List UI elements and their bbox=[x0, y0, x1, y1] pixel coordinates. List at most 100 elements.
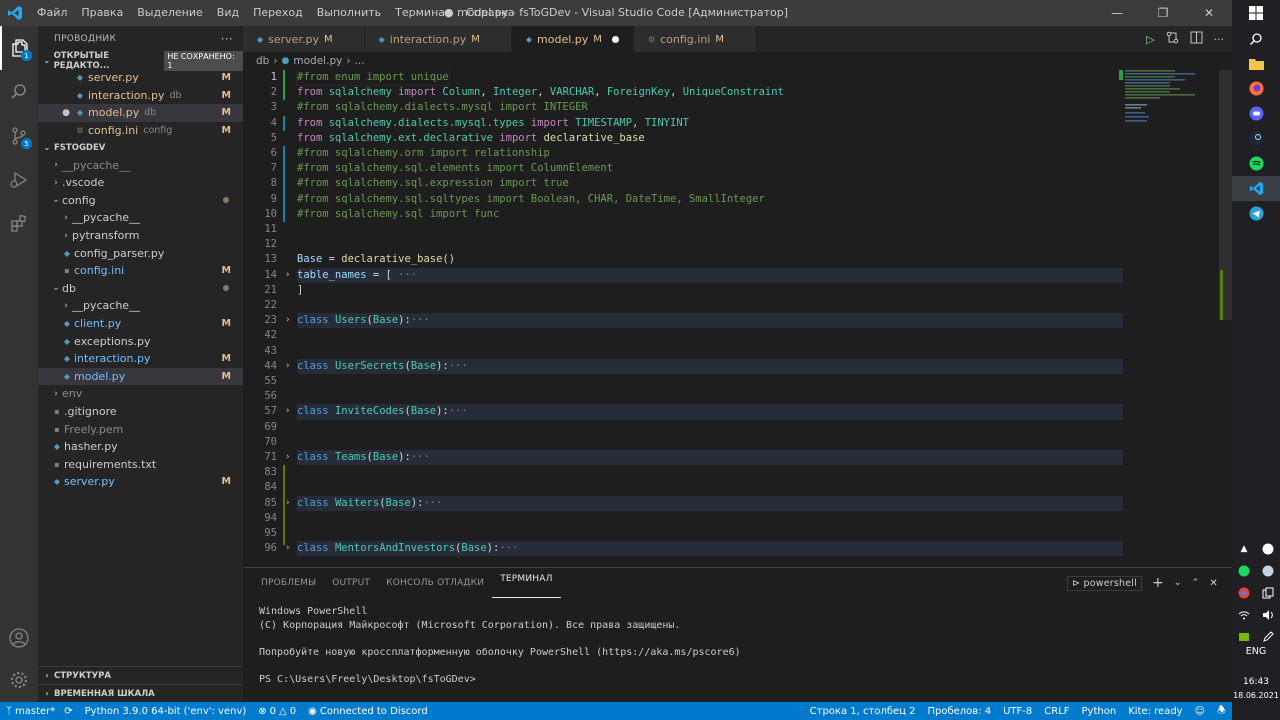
clock-date[interactable]: 18.06.2021 bbox=[1232, 689, 1280, 701]
fold-chevron-icon[interactable]: › bbox=[285, 404, 290, 419]
tree-item[interactable]: ▪ config.ini M bbox=[38, 262, 243, 280]
code-line[interactable]: 69 bbox=[243, 420, 1123, 435]
discord-status[interactable]: ◉ Connected to Discord bbox=[302, 706, 434, 717]
language-mode[interactable]: Python bbox=[1076, 703, 1123, 720]
close-panel-icon[interactable]: ✕ bbox=[1209, 578, 1218, 589]
code-line[interactable]: 85 › class Waiters(Base):··· bbox=[243, 495, 1123, 511]
code-line[interactable]: 70 bbox=[243, 435, 1123, 450]
chrome-tray-icon[interactable] bbox=[1232, 584, 1256, 602]
code-line[interactable]: 11 bbox=[243, 222, 1123, 237]
tree-item[interactable]: › pytransform bbox=[38, 227, 243, 245]
timeline-header[interactable]: › ВРЕМЕННАЯ ШКАЛА bbox=[38, 684, 243, 702]
panel-tab[interactable]: ТЕРМИНАЛ bbox=[492, 568, 561, 598]
menu-item[interactable]: Выделение bbox=[130, 0, 210, 26]
menu-item[interactable]: Переход bbox=[246, 0, 310, 26]
code-line[interactable]: 42 bbox=[243, 328, 1123, 343]
wifi-icon[interactable] bbox=[1232, 606, 1256, 624]
fold-chevron-icon[interactable]: › bbox=[285, 313, 290, 328]
code-line[interactable]: 8 #from sqlalchemy.sql.expression import … bbox=[243, 176, 1123, 191]
code-line[interactable]: 4 from sqlalchemy.dialects.mysql.types im… bbox=[243, 116, 1123, 131]
code-line[interactable]: 6 #from sqlalchemy.orm import relationshi… bbox=[243, 146, 1123, 161]
code-line[interactable]: 5 from sqlalchemy.ext.declarative import … bbox=[243, 131, 1123, 146]
clock-time[interactable]: 16:43 bbox=[1232, 676, 1280, 688]
maximize-panel-icon[interactable]: ⌃ bbox=[1192, 578, 1200, 588]
code-line[interactable]: 83 bbox=[243, 465, 1123, 480]
breadcrumb-symbol[interactable]: ... bbox=[355, 55, 365, 67]
unsaved-dot-icon[interactable]: ● bbox=[60, 108, 72, 118]
code-line[interactable]: 71 › class Teams(Base):··· bbox=[243, 450, 1123, 466]
code-line[interactable]: 57 › class InviteCodes(Base):··· bbox=[243, 404, 1123, 420]
discord-icon[interactable] bbox=[1232, 101, 1280, 126]
open-editor-item[interactable]: ● ◆ model.py db M bbox=[38, 104, 243, 122]
tab-config-ini[interactable]: ⚙ config.ini M bbox=[633, 26, 756, 52]
breadcrumb-file[interactable]: model.py bbox=[293, 55, 342, 67]
menu-item[interactable]: Выполнить bbox=[310, 0, 388, 26]
python-interpreter[interactable]: Python 3.9.0 64-bit ('env': venv) bbox=[79, 706, 253, 717]
open-editor-item[interactable]: ◆ server.py M bbox=[38, 69, 243, 87]
code-line[interactable]: 95 bbox=[243, 526, 1123, 541]
manage-gear-icon[interactable] bbox=[0, 658, 38, 702]
tree-item[interactable]: ▪ requirements.txt bbox=[38, 455, 243, 473]
code-line[interactable]: 22 bbox=[243, 298, 1123, 313]
tree-item[interactable]: › env bbox=[38, 385, 243, 403]
file-explorer-icon[interactable] bbox=[1232, 51, 1280, 76]
minimap[interactable] bbox=[1119, 70, 1219, 130]
tree-item[interactable]: › __pycache__ bbox=[38, 156, 243, 174]
open-changes-icon[interactable] bbox=[1166, 31, 1179, 47]
code-line[interactable]: 84 bbox=[243, 480, 1123, 495]
kite-status[interactable]: Kite: ready bbox=[1122, 703, 1188, 720]
fold-chevron-icon[interactable]: › bbox=[285, 496, 290, 511]
code-line[interactable]: 55 bbox=[243, 374, 1123, 389]
telegram-icon[interactable] bbox=[1232, 201, 1280, 226]
tab-model-py[interactable]: ◆ model.py M bbox=[511, 26, 634, 52]
tree-item[interactable]: ◆ client.py M bbox=[38, 315, 243, 333]
tab-server-py[interactable]: ◆ server.py M bbox=[243, 26, 365, 52]
tab-interaction-py[interactable]: ◆ interaction.py M bbox=[364, 26, 512, 52]
notifications-icon[interactable]: 🕭 bbox=[1211, 703, 1232, 720]
unsaved-dot-icon[interactable] bbox=[611, 35, 619, 43]
input-language[interactable]: ENG bbox=[1232, 644, 1280, 658]
fold-chevron-icon[interactable]: › bbox=[285, 541, 290, 556]
steam-icon[interactable] bbox=[1232, 126, 1280, 151]
menu-item[interactable]: Файл bbox=[30, 0, 74, 26]
tree-item[interactable]: ◆ model.py M bbox=[38, 367, 243, 386]
code-line[interactable]: 23 › class Users(Base):··· bbox=[243, 313, 1123, 329]
code-editor[interactable]: 1 #from enum import unique 2 from sqlalchem… bbox=[243, 70, 1232, 567]
code-line[interactable]: 10 #from sqlalchemy.sql import func bbox=[243, 207, 1123, 222]
tree-item[interactable]: ⌄ config bbox=[38, 192, 243, 210]
code-line[interactable]: 43 bbox=[243, 344, 1123, 359]
code-line[interactable]: 1 #from enum import unique bbox=[243, 70, 1123, 87]
tree-item[interactable]: ◆ exceptions.py bbox=[38, 332, 243, 350]
copy-tray-icon[interactable] bbox=[1256, 584, 1280, 602]
search-icon[interactable] bbox=[0, 70, 38, 114]
menu-item[interactable]: Вид bbox=[210, 0, 246, 26]
menu-item[interactable]: Терминал bbox=[388, 0, 459, 26]
open-editor-item[interactable]: ⚙ config.ini config M bbox=[38, 122, 243, 140]
run-debug-icon[interactable] bbox=[0, 158, 38, 202]
accounts-icon[interactable] bbox=[0, 616, 38, 660]
code-line[interactable]: 96 › class MentorsAndInvestors(Base):··· bbox=[243, 541, 1123, 557]
fold-chevron-icon[interactable]: › bbox=[285, 359, 290, 374]
firefox-icon[interactable] bbox=[1232, 76, 1280, 101]
outline-header[interactable]: › СТРУКТУРА bbox=[38, 666, 243, 684]
terminal-output[interactable]: Windows PowerShell (C) Корпорация Майкрос… bbox=[243, 598, 1232, 696]
minimize-icon[interactable]: — bbox=[1094, 0, 1140, 26]
tree-item[interactable]: ◆ config_parser.py bbox=[38, 244, 243, 262]
code-line[interactable]: 44 › class UserSecrets(Base):··· bbox=[243, 358, 1123, 374]
tree-item[interactable]: ◆ server.py M bbox=[38, 473, 243, 491]
problems-indicator[interactable]: ⊗ 0 △ 0 bbox=[252, 706, 302, 717]
discord-tray-icon[interactable] bbox=[1256, 540, 1280, 558]
code-line[interactable]: 9 #from sqlalchemy.sql.sqltypes import Bo… bbox=[243, 192, 1123, 207]
vertical-scrollbar[interactable] bbox=[1219, 70, 1232, 567]
tree-item[interactable]: ◆ interaction.py M bbox=[38, 350, 243, 368]
panel-tab[interactable]: КОНСОЛЬ ОТЛАДКИ bbox=[378, 568, 492, 598]
split-editor-icon[interactable] bbox=[1190, 31, 1203, 47]
tree-item[interactable]: ◆ hasher.py bbox=[38, 438, 243, 456]
code-line[interactable]: 2 from sqlalchemy import Column, Integer,… bbox=[243, 85, 1123, 100]
terminal-selector[interactable]: ⊳ powershell bbox=[1067, 575, 1142, 591]
more-actions-icon[interactable]: ··· bbox=[1214, 33, 1225, 46]
code-line[interactable]: 21] bbox=[243, 283, 1123, 298]
open-editors-header[interactable]: ⌄ ОТКРЫТЫЕ РЕДАКТО... НЕ СОХРАНЕНО: 1 bbox=[38, 50, 243, 71]
code-line[interactable]: 12 bbox=[243, 237, 1123, 252]
panel-tab[interactable]: ПРОБЛЕМЫ bbox=[253, 568, 324, 598]
